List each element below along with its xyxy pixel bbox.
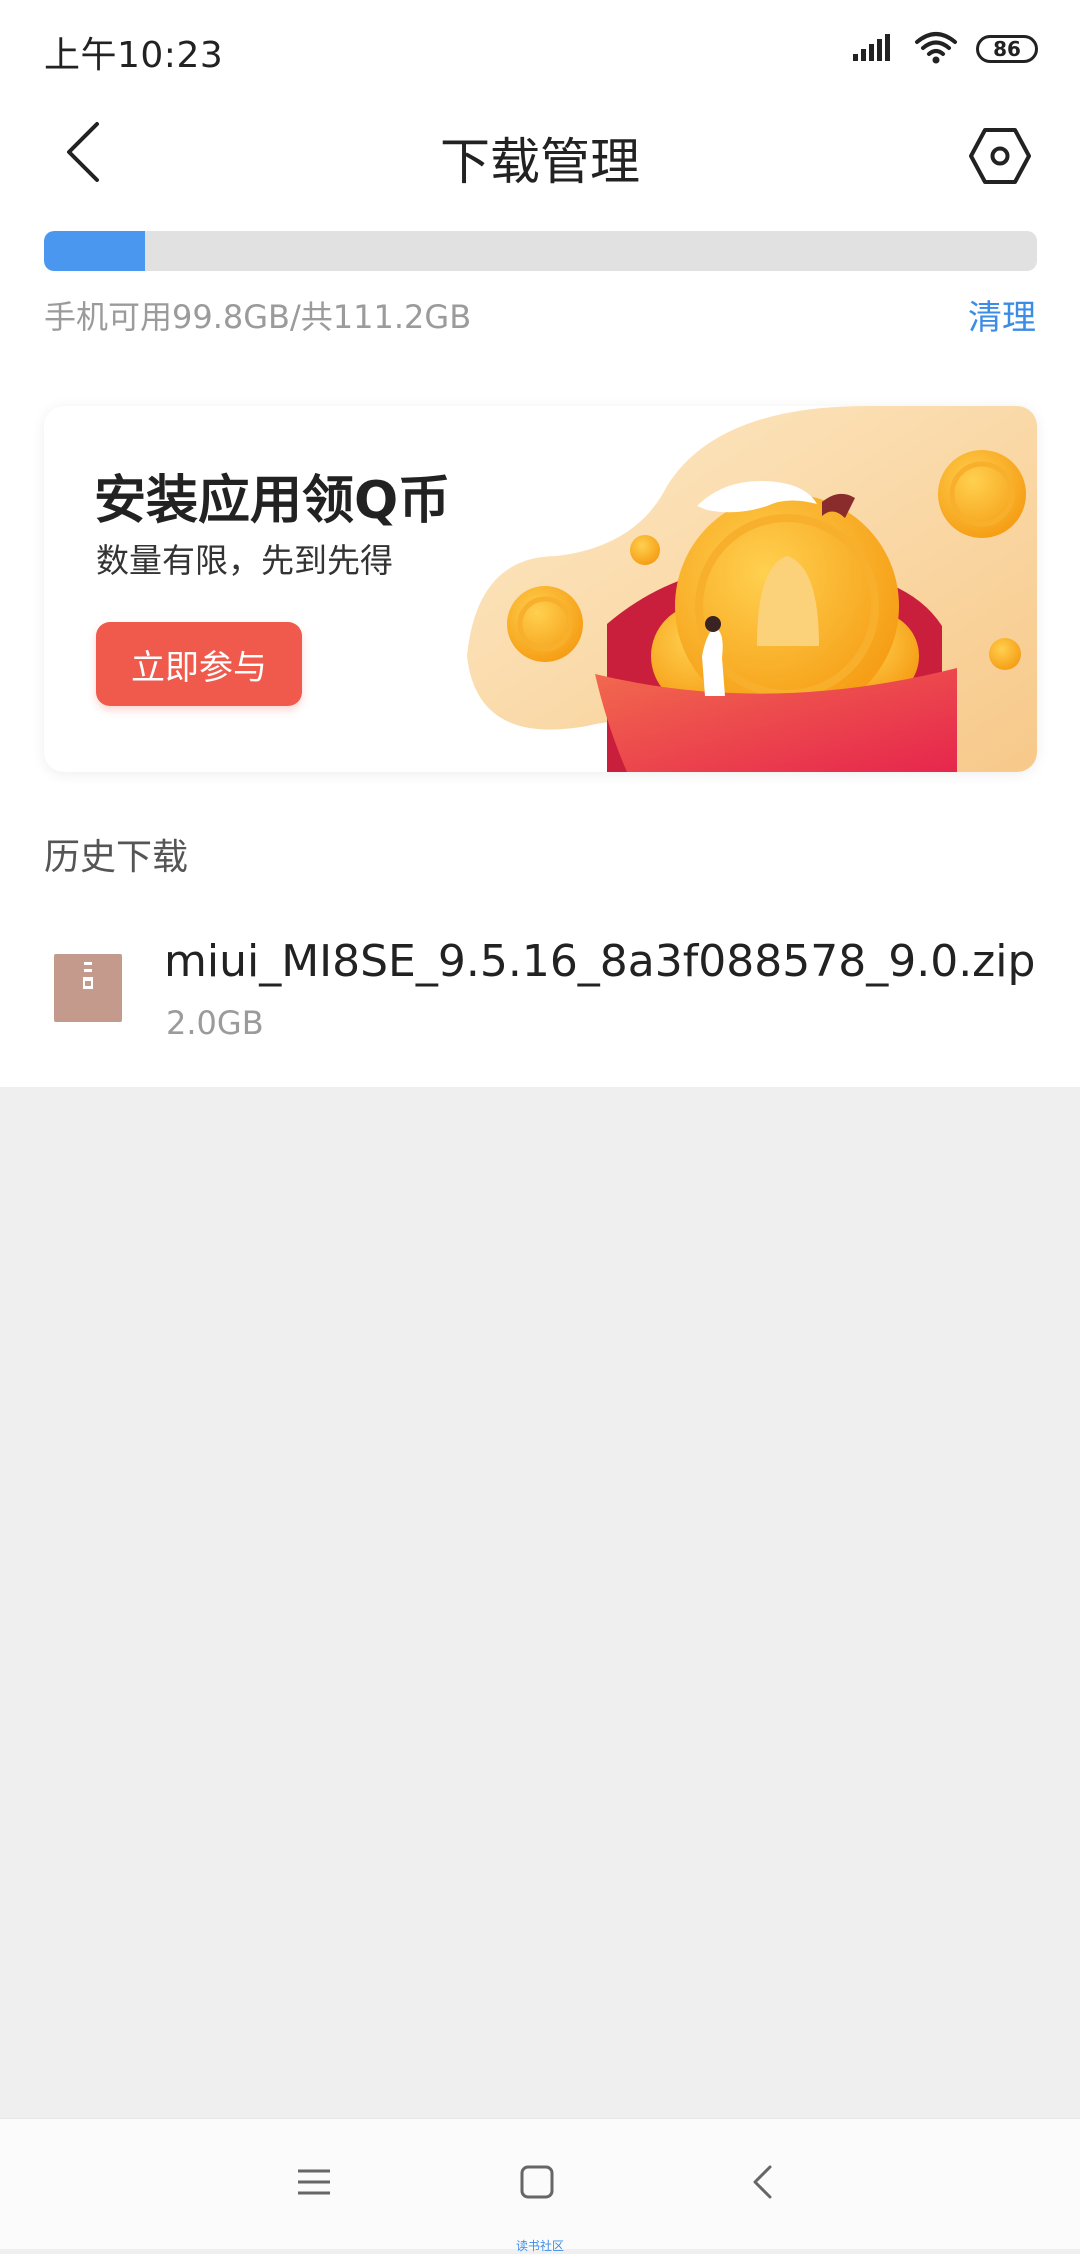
title-bar: 下载管理 (0, 100, 1080, 210)
watermark-caption: 读书社区 (515, 2239, 564, 2253)
banner-subtitle: 数量有限，先到先得 (96, 541, 393, 580)
menu-icon (296, 2167, 332, 2201)
status-icons: 86 (852, 30, 1038, 68)
join-button[interactable]: 立即参与 (96, 622, 302, 706)
coin-gift-illustration (467, 406, 1037, 772)
storage-used-fill (44, 231, 146, 271)
home-icon (519, 2164, 555, 2204)
page-title: 下载管理 (440, 133, 640, 191)
history-section-title: 历史下载 (44, 837, 189, 878)
status-bar: 上午10:23 86 (0, 0, 1080, 100)
storage-text: 手机可用99.8GB/共111.2GB (44, 298, 472, 336)
promo-banner[interactable]: 安装应用领Q币 数量有限，先到先得 立即参与 (44, 406, 1037, 772)
nav-back-button[interactable] (722, 2149, 802, 2219)
clean-button[interactable]: 清理 (968, 290, 1036, 339)
file-size: 2.0GB (166, 1004, 264, 1042)
signal-icon (852, 32, 896, 66)
zip-file-icon (52, 952, 124, 1024)
wifi-icon (914, 30, 958, 68)
storage-bar (44, 231, 1037, 271)
navigation-bar: 读书社区 (0, 2118, 1080, 2253)
file-name: miui_MI8SE_9.5.16_8a3f088578_9.0.zip (164, 936, 1036, 987)
menu-button[interactable] (274, 2149, 354, 2219)
list-item[interactable]: miui_MI8SE_9.5.16_8a3f088578_9.0.zip 2.0… (0, 912, 1080, 1062)
banner-title: 安装应用领Q币 (94, 471, 451, 531)
battery-icon: 86 (976, 35, 1038, 63)
home-button[interactable] (497, 2149, 577, 2219)
settings-button[interactable] (960, 118, 1040, 198)
status-time: 上午10:23 (44, 35, 224, 76)
hexagon-settings-icon (968, 126, 1032, 190)
back-icon (750, 2164, 774, 2204)
